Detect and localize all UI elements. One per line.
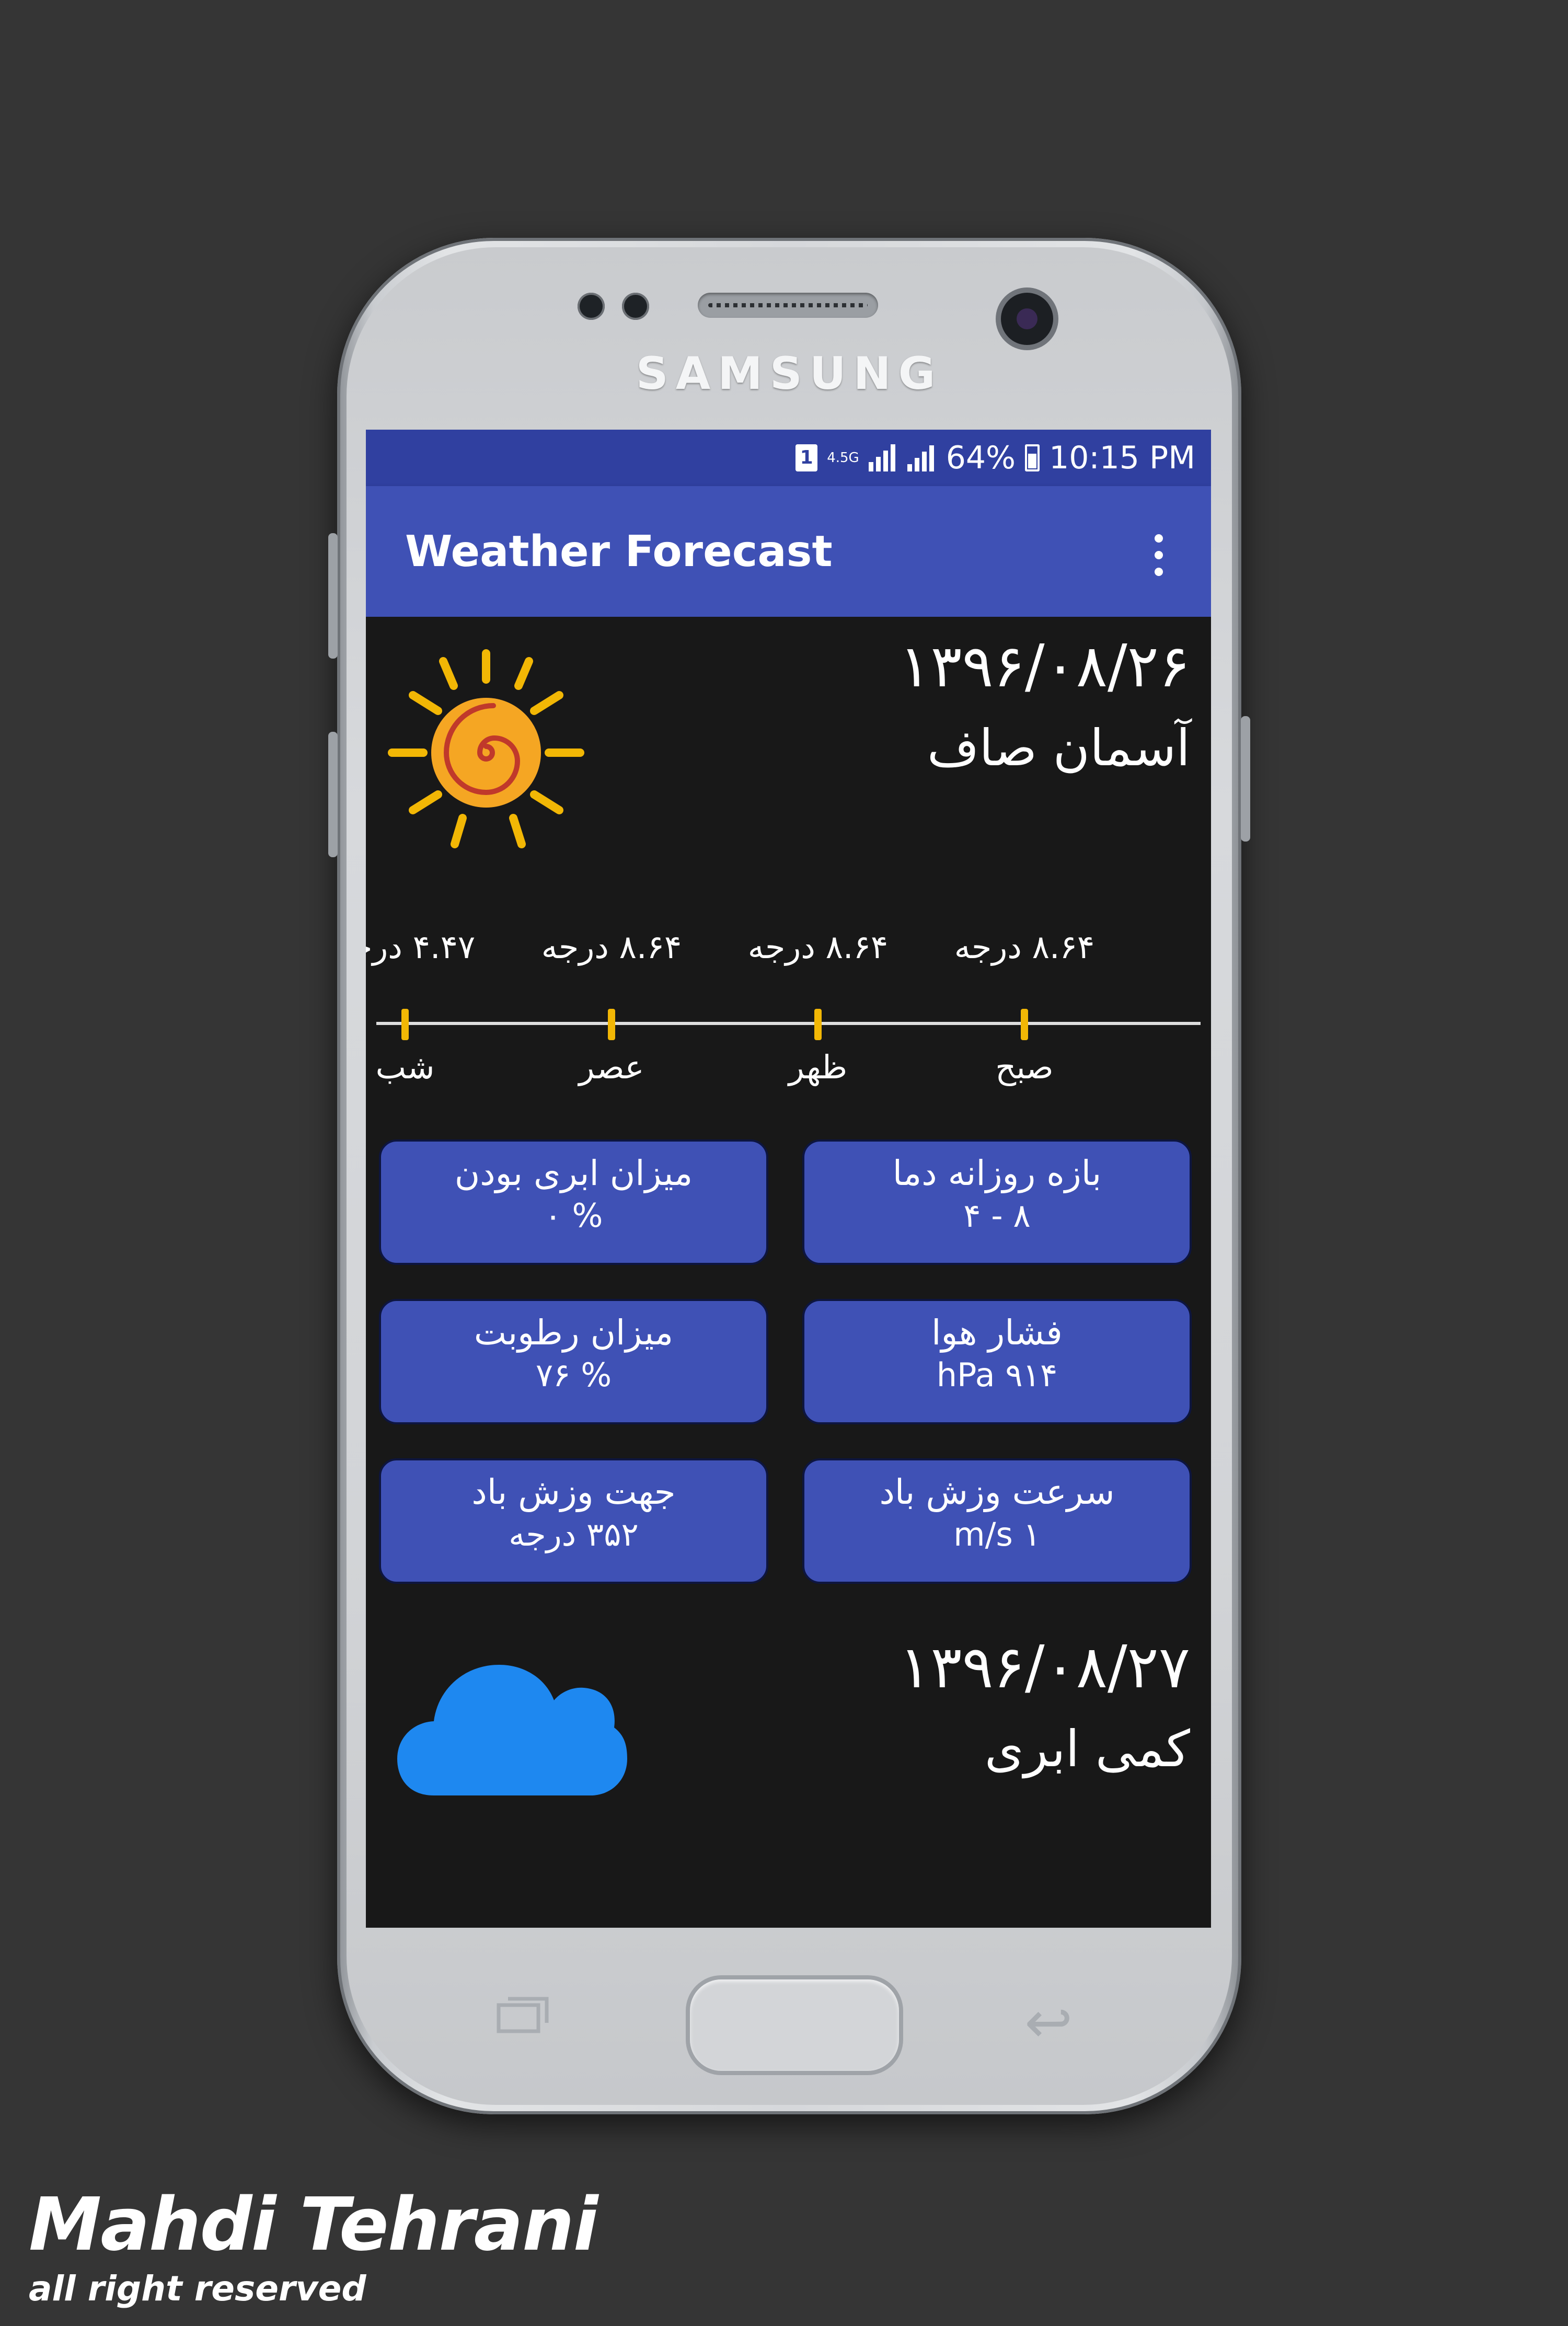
front-camera-icon (1001, 293, 1053, 345)
signal-icon (868, 444, 898, 471)
forecast-list[interactable]: ۱۳۹۶/۰۸/۲۶ آسمان صاف ۸.۶۴ درجه ۸.۶۴ درجه… (366, 617, 1211, 1928)
timeline-temp: ۴.۴۷ درجه (366, 928, 476, 966)
timeline-label-night: شب (375, 1048, 435, 1086)
card-value: ۸ - ۴ (963, 1196, 1031, 1235)
timeline-label-noon: ظهر (788, 1048, 848, 1086)
clock: 10:15 PM (1049, 440, 1195, 476)
humidity-card: میزان رطوبت % ۷۶ (379, 1299, 768, 1424)
network-type-label: 4.5G (827, 450, 859, 466)
today-condition: آسمان صاف (927, 719, 1190, 777)
status-bar: 1 4.5G 64% 10:15 PM (366, 430, 1211, 486)
recent-apps-icon[interactable] (497, 1997, 549, 2033)
timeline-line (376, 1022, 1201, 1025)
sensor-icon (622, 293, 649, 320)
card-value: ۹۱۴ hPa (936, 1356, 1058, 1394)
earpiece-speaker (698, 293, 878, 318)
overflow-menu-icon[interactable] (1154, 534, 1164, 576)
app-bar: Weather Forecast (366, 486, 1211, 617)
wind-speed-card: سرعت وزش باد ۱ m/s (802, 1458, 1192, 1584)
back-icon[interactable]: ↩ (1024, 1989, 1073, 2056)
sensor-icon (578, 293, 605, 320)
signal-icon-2 (907, 444, 937, 471)
volume-button (328, 533, 338, 659)
timeline-tick (401, 1009, 409, 1040)
card-title: جهت وزش باد (471, 1472, 676, 1512)
wind-direction-card: جهت وزش باد ۳۵۲ درجه (379, 1458, 768, 1584)
card-title: بازه روزانه دما (892, 1153, 1102, 1193)
card-value: ۱ m/s (953, 1515, 1041, 1553)
timeline-label-morning: صبح (995, 1048, 1054, 1086)
volume-button-2 (328, 732, 338, 857)
cloudiness-card: میزان ابری بودن % ۰ (379, 1139, 768, 1265)
cloud-icon (397, 1665, 627, 1795)
card-value: % ۷۶ (535, 1356, 612, 1394)
author-name: Mahdi Tehrani (29, 2182, 598, 2267)
pressure-card: فشار هوا ۹۱۴ hPa (802, 1299, 1192, 1424)
card-value: ۳۵۲ درجه (509, 1515, 639, 1553)
temp-range-card: بازه روزانه دما ۸ - ۴ (802, 1139, 1192, 1265)
battery-percent: 64% (946, 440, 1016, 476)
timeline-temp: ۸.۶۴ درجه (954, 928, 1095, 966)
phone-screen: 1 4.5G 64% 10:15 PM Weather Forecast ۱۳۹… (366, 430, 1211, 1928)
card-value: % ۰ (544, 1196, 603, 1235)
sun-icon (388, 649, 584, 848)
home-button[interactable] (690, 1979, 899, 2071)
battery-icon (1025, 444, 1040, 471)
timeline-temp: ۸.۶۴ درجه (747, 928, 889, 966)
app-title: Weather Forecast (405, 527, 833, 577)
timeline-tick (608, 1009, 615, 1040)
card-title: میزان رطوبت (474, 1312, 674, 1353)
copyright-text: all right reserved (29, 2269, 366, 2309)
power-button (1241, 716, 1250, 842)
timeline-label-afternoon: عصر (579, 1048, 644, 1086)
card-title: فشار هوا (931, 1312, 1063, 1353)
timeline-tick (814, 1009, 822, 1040)
tomorrow-condition: کمی ابری (984, 1720, 1190, 1778)
today-date: ۱۳۹۶/۰۸/۲۶ (899, 632, 1190, 700)
card-title: میزان ابری بودن (454, 1153, 693, 1193)
tomorrow-date: ۱۳۹۶/۰۸/۲۷ (899, 1633, 1190, 1701)
card-title: سرعت وزش باد (879, 1472, 1115, 1512)
sim-icon: 1 (795, 444, 818, 471)
brand-logo: SAMSUNG (636, 348, 943, 400)
timeline-tick (1021, 1009, 1028, 1040)
timeline-temp: ۸.۶۴ درجه (541, 928, 682, 966)
